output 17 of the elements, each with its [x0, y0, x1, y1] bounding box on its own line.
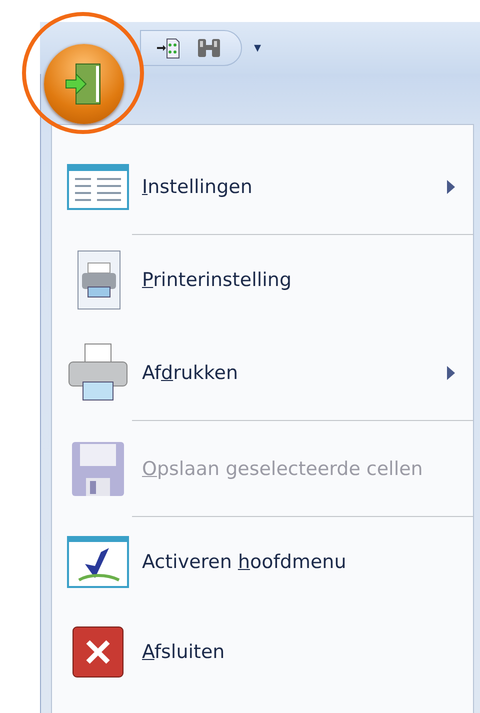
menu-item[interactable]: Instellingen: [52, 139, 473, 235]
menu-item-label: Afsluiten: [142, 641, 225, 663]
close-icon: [72, 626, 124, 678]
menu-item-label: Afdrukken: [142, 362, 238, 384]
menu-item[interactable]: Activeren hoofdmenu: [52, 517, 473, 607]
list-window-icon: [67, 164, 129, 210]
menu-item-label: Printerinstelling: [142, 269, 292, 291]
menu-item[interactable]: Printerinstelling: [52, 235, 473, 325]
customize-toolbar-button[interactable]: ▾: [254, 40, 262, 56]
menu-item-label: Activeren hoofdmenu: [142, 551, 346, 573]
menu-item-label: Opslaan geselecteerde cellen: [142, 458, 423, 480]
app-window-icon: [67, 536, 129, 588]
submenu-arrow-icon: [447, 366, 455, 380]
menu-item-label: Instellingen: [142, 176, 252, 198]
menu-item[interactable]: Afdrukken: [52, 325, 473, 421]
menu-item[interactable]: Afsluiten: [52, 607, 473, 697]
submenu-arrow-icon: [447, 180, 455, 194]
